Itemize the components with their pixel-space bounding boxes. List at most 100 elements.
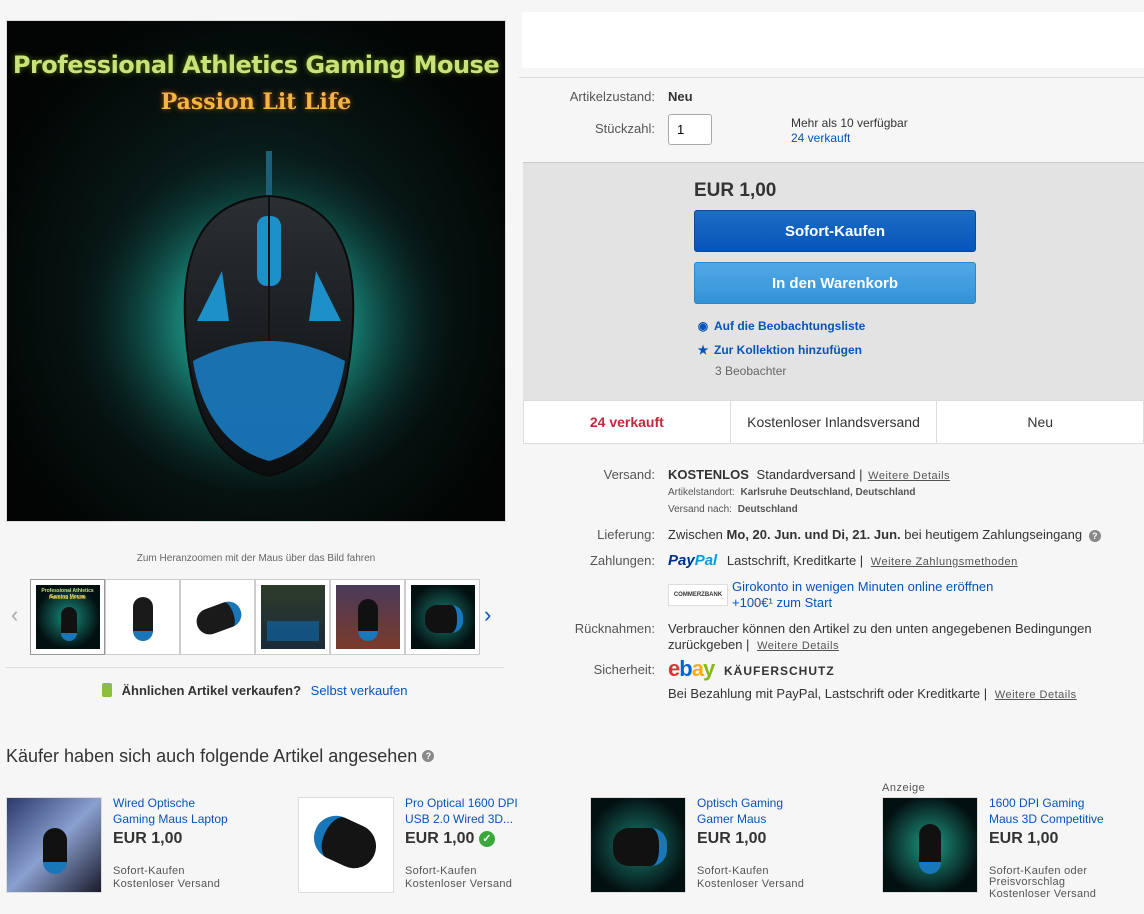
delivery-between: Zwischen xyxy=(668,527,723,542)
commerzbank-promo-line1[interactable]: Girokonto in wenigen Minuten online eröf… xyxy=(732,579,993,595)
payments-row: PayPal Lastschrift, Kreditkarte | Weiter… xyxy=(668,552,1018,569)
rec-item-2-meta2: Kostenloser Versand xyxy=(405,878,513,890)
shipping-method: Standardversand | xyxy=(756,467,863,482)
rec-item-3-title-line2[interactable]: Gamer Maus xyxy=(697,811,817,827)
ad-label: Anzeige xyxy=(882,782,926,794)
price-tag-icon xyxy=(102,683,112,697)
collection-link[interactable]: ★ Zur Kollektion hinzufügen xyxy=(696,343,862,357)
delivery-row: Zwischen Mo, 20. Jun. und Di, 21. Jun. b… xyxy=(668,527,1101,542)
ebay-logo-y: y xyxy=(702,656,715,681)
ships-to-row: Versand nach: Deutschland xyxy=(668,504,798,515)
thumbs-prev-chevron-icon[interactable]: ‹ xyxy=(11,602,18,628)
sell-yourself-link[interactable]: Selbst verkaufen xyxy=(311,683,408,698)
watchlist-label: Auf die Beobachtungsliste xyxy=(714,319,866,333)
rec-item-4-image[interactable] xyxy=(882,797,978,893)
help-icon[interactable]: ? xyxy=(1088,530,1101,542)
ships-to-value: Deutschland xyxy=(737,504,798,515)
availability-text: Mehr als 10 verfügbar xyxy=(791,116,908,130)
item-location-value: Karlsruhe Deutschland, Deutschland xyxy=(740,487,916,498)
shipping-label: Versand: xyxy=(603,467,655,482)
rec-item-1-title-line1[interactable]: Wired Optische xyxy=(113,795,233,811)
stat-shipping: Kostenloser Inlandsversand xyxy=(731,401,938,443)
returns-line2-row: zurückgeben | Weitere Details xyxy=(668,637,839,654)
quantity-label: Stückzahl: xyxy=(595,121,655,136)
paypal-logo-pay: Pay xyxy=(668,552,695,569)
rec-item-2-image[interactable] xyxy=(298,797,394,893)
rec-item-1-price: EUR 1,00 xyxy=(113,830,183,847)
mouse-illustration xyxy=(65,121,465,491)
add-to-cart-button[interactable]: In den Warenkorb xyxy=(694,262,976,304)
ebay-logo: ebay xyxy=(668,656,715,682)
delivery-dates: Mo, 20. Jun. und Di, 21. Jun. xyxy=(726,527,901,542)
delivery-label: Lieferung: xyxy=(597,527,655,542)
divider xyxy=(6,667,504,668)
security-label: Sicherheit: xyxy=(593,662,655,677)
returns-details-link[interactable]: Weitere Details xyxy=(757,640,839,652)
eye-icon: ◉ xyxy=(697,319,709,333)
item-location-row: Artikelstandort: Karlsruhe Deutschland, … xyxy=(668,487,916,498)
paypal-logo: PayPal xyxy=(668,552,717,569)
rec-item-2-meta1: Sofort-Kaufen xyxy=(405,865,477,877)
rec-item-3-title-line1[interactable]: Optisch Gaming xyxy=(697,795,817,811)
thumbs-next-chevron-icon[interactable]: › xyxy=(484,602,491,628)
rec-item-4-meta3: Kostenloser Versand xyxy=(989,888,1097,900)
thumbnail-6[interactable] xyxy=(405,579,480,655)
rec-item-2-title-line2[interactable]: USB 2.0 Wired 3D... xyxy=(405,811,525,827)
thumbnail-2-image xyxy=(111,585,175,649)
stat-condition: Neu xyxy=(1027,414,1054,430)
commerzbank-logo: COMMERZBANK xyxy=(668,584,728,606)
recommendations-heading: Käufer haben sich auch folgende Artikel … xyxy=(6,746,435,767)
rec-item-3-meta2: Kostenloser Versand xyxy=(697,878,805,890)
returns-label: Rücknahmen: xyxy=(574,621,655,636)
payments-label: Zahlungen: xyxy=(589,553,655,568)
thumbnail-1[interactable]: Professional Athletics Gaming Mouse Pass… xyxy=(30,579,105,655)
more-payment-methods-link[interactable]: Weitere Zahlungsmethoden xyxy=(871,556,1018,568)
rec-item-1-image[interactable] xyxy=(6,797,102,893)
rec-item-3-meta1: Sofort-Kaufen xyxy=(697,865,769,877)
thumbnail-3[interactable] xyxy=(180,579,255,655)
divider xyxy=(519,77,1144,78)
sell-similar-row: Ähnlichen Artikel verkaufen? Selbst verk… xyxy=(102,683,408,698)
rec-item-3-price: EUR 1,00 xyxy=(697,830,767,847)
title-area xyxy=(522,12,1144,68)
shipping-row: KOSTENLOS Standardversand | Weitere Deta… xyxy=(668,467,950,482)
thumbnail-5-image xyxy=(335,585,400,649)
quantity-input[interactable] xyxy=(668,114,712,145)
returns-line1: Verbraucher können den Artikel zu den un… xyxy=(668,621,1092,636)
buy-now-button[interactable]: Sofort-Kaufen xyxy=(694,210,976,252)
help-icon[interactable]: ? xyxy=(422,750,435,762)
security-details-link[interactable]: Weitere Details xyxy=(995,689,1077,701)
commerzbank-promo-line2[interactable]: +100€¹ zum Start xyxy=(732,595,832,611)
security-text: Bei Bezahlung mit PayPal, Lastschrift od… xyxy=(668,686,988,701)
ebay-logo-b: b xyxy=(679,656,692,681)
rec-item-1-meta1: Sofort-Kaufen xyxy=(113,865,185,877)
top-rated-badge-icon: ✓ xyxy=(478,831,495,847)
delivery-suffix: bei heutigem Zahlungseingang xyxy=(904,527,1083,542)
thumbnail-strip: Professional Athletics Gaming Mouse Pass… xyxy=(30,579,480,655)
sell-question: Ähnlichen Artikel verkaufen? xyxy=(121,683,302,698)
paypal-logo-pal: Pal xyxy=(694,552,718,569)
rec-item-2-price-row: EUR 1,00 ✓ xyxy=(405,830,495,848)
watchlist-link[interactable]: ◉ Auf die Beobachtungsliste xyxy=(696,319,866,333)
watchers-count: 3 Beobachter xyxy=(715,364,787,378)
sold-count-link[interactable]: 24 verkauft xyxy=(791,131,850,145)
thumbnail-5[interactable] xyxy=(330,579,405,655)
recommendations-heading-text: Käufer haben sich auch folgende Artikel … xyxy=(6,746,418,766)
stat-sold: 24 verkauft xyxy=(524,401,731,443)
thumbnail-2[interactable] xyxy=(105,579,180,655)
ships-to-label: Versand nach: xyxy=(668,504,732,515)
rec-item-4-title-line1[interactable]: 1600 DPI Gaming xyxy=(989,795,1109,811)
rec-item-2-title-line1[interactable]: Pro Optical 1600 DPI xyxy=(405,795,525,811)
thumbnail-1-image: Professional Athletics Gaming Mouse Pass… xyxy=(35,585,100,649)
rec-item-1-meta2: Kostenloser Versand xyxy=(113,878,221,890)
rec-item-3-image[interactable] xyxy=(590,797,686,893)
shipping-details-link[interactable]: Weitere Details xyxy=(868,470,950,482)
rec-item-1-title-line2[interactable]: Gaming Maus Laptop xyxy=(113,811,233,827)
stats-bar: 24 verkauft Kostenloser Inlandsversand N… xyxy=(523,400,1144,444)
returns-line2: zurückgeben | xyxy=(668,637,750,652)
rec-item-4-title-line2[interactable]: Maus 3D Competitive xyxy=(989,811,1109,827)
rec-item-4-price: EUR 1,00 xyxy=(989,830,1059,847)
main-product-image[interactable]: Professional Athletics Gaming Mouse Pass… xyxy=(6,20,506,522)
ebay-logo-e: e xyxy=(668,656,680,681)
thumbnail-4[interactable] xyxy=(255,579,330,655)
